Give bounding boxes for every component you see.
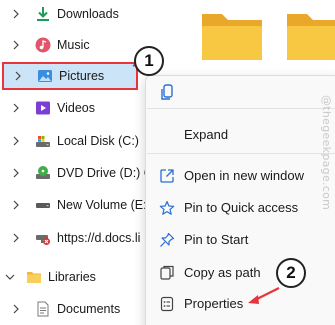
- callout-step-1: 1: [134, 46, 164, 76]
- callout-step-2: 2: [276, 258, 306, 288]
